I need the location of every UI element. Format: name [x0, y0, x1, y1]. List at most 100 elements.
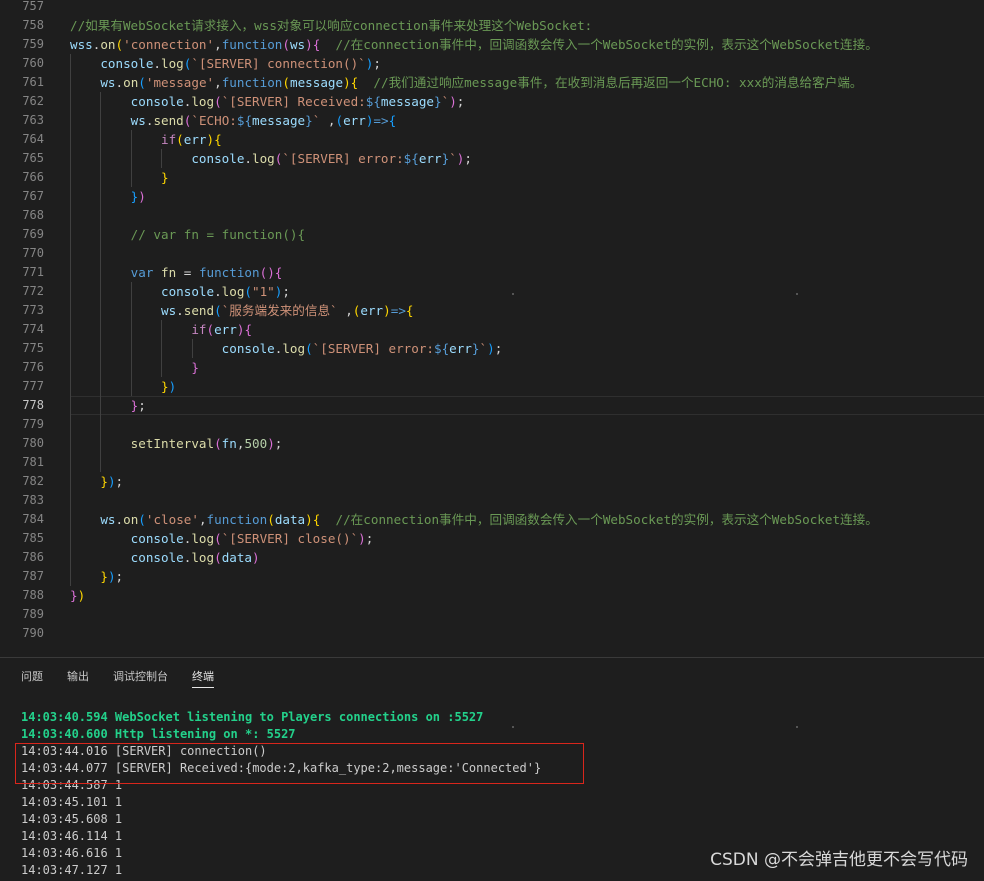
code-line[interactable]: 778 };: [0, 396, 984, 415]
code-text: console.log(`[SERVER] Received:${message…: [130, 94, 465, 109]
code-line[interactable]: 786 console.log(data): [0, 548, 984, 567]
line-number: 789: [22, 607, 44, 621]
code-line[interactable]: 785 console.log(`[SERVER] close()`);: [0, 529, 984, 548]
line-number: 784: [22, 512, 44, 526]
line-number: 782: [22, 474, 44, 488]
code-line[interactable]: 775 console.log(`[SERVER] error:${err}`)…: [0, 339, 984, 358]
line-number: 786: [22, 550, 44, 564]
line-number: 781: [22, 455, 44, 469]
line-number: 785: [22, 531, 44, 545]
terminal-line: 14:03:45.608 1: [21, 812, 123, 826]
line-number: 780: [22, 436, 44, 450]
code-line[interactable]: 772 console.log("1");: [0, 282, 984, 301]
indent-guide: [70, 54, 71, 586]
highlight-box: [15, 743, 584, 784]
code-text: if(err){: [161, 132, 222, 147]
code-line[interactable]: 757: [0, 0, 984, 16]
code-editor[interactable]: 757 758 //如果有WebSocket请求接入，wss对象可以响应connec…: [0, 0, 984, 657]
code-line[interactable]: 760 console.log(`[SERVER] connection()`)…: [0, 54, 984, 73]
code-text: });: [100, 569, 124, 584]
line-number: 783: [22, 493, 44, 507]
terminal-line: 14:03:45.101 1: [21, 795, 123, 809]
code-text: ws.send(`ECHO:${message}` ,(err)=>{: [130, 113, 397, 128]
code-line[interactable]: 776 }: [0, 358, 984, 377]
line-number: 772: [22, 284, 44, 298]
code-line[interactable]: 766 }: [0, 168, 984, 187]
line-number: 778: [22, 398, 44, 412]
line-number: 766: [22, 170, 44, 184]
code-line[interactable]: 762 console.log(`[SERVER] Received:${mes…: [0, 92, 984, 111]
artifact-dot: [796, 726, 798, 728]
code-text: console.log(`[SERVER] connection()`);: [100, 56, 381, 71]
code-text: setInterval(fn,500);: [130, 436, 283, 451]
indent-guide: [100, 92, 102, 472]
panel-tab[interactable]: 问题: [21, 668, 43, 684]
code-text: };: [130, 398, 146, 413]
code-line[interactable]: 780 setInterval(fn,500);: [0, 434, 984, 453]
code-text: console.log(data): [130, 550, 260, 565]
panel-tab[interactable]: 调试控制台: [113, 668, 168, 684]
terminal-line: 14:03:46.616 1: [21, 846, 123, 860]
code-line[interactable]: 768: [0, 206, 984, 225]
line-number: 777: [22, 379, 44, 393]
code-text: ws.on('message',function(message){ //我们通…: [100, 75, 863, 90]
watermark: CSDN @不会弹吉他更不会写代码: [710, 850, 968, 870]
line-number: 767: [22, 189, 44, 203]
code-line[interactable]: 759 wss.on('connection',function(ws){ //在…: [0, 35, 984, 54]
indent-guide: [191, 339, 193, 358]
line-number: 759: [22, 37, 44, 51]
code-line[interactable]: 790: [0, 624, 984, 643]
line-number: 760: [22, 56, 44, 70]
terminal-line: 14:03:46.114 1: [21, 829, 123, 843]
line-number: 787: [22, 569, 44, 583]
code-line[interactable]: 761 ws.on('message',function(message){ /…: [0, 73, 984, 92]
artifact-dot: [796, 293, 798, 295]
code-text: }): [130, 189, 146, 204]
line-number: 757: [22, 0, 44, 13]
code-line[interactable]: 782 });: [0, 472, 984, 491]
code-line[interactable]: 769 // var fn = function(){: [0, 225, 984, 244]
code-line[interactable]: 763 ws.send(`ECHO:${message}` ,(err)=>{: [0, 111, 984, 130]
code-line[interactable]: 774 if(err){: [0, 320, 984, 339]
panel-tab[interactable]: 终端: [192, 668, 214, 688]
code-line[interactable]: 773 ws.send(`服务端发来的信息` ,(err)=>{: [0, 301, 984, 320]
code-line[interactable]: 764 if(err){: [0, 130, 984, 149]
terminal-line: 14:03:40.600 Http listening on *: 5527: [21, 727, 296, 741]
code-line[interactable]: 789: [0, 605, 984, 624]
code-line[interactable]: 784 ws.on('close',function(data){ //在con…: [0, 510, 984, 529]
indent-guide: [130, 130, 132, 187]
code-line[interactable]: 788}): [0, 586, 984, 605]
code-line[interactable]: 787 });: [0, 567, 984, 586]
code-text: wss.on('connection',function(ws){ //在con…: [70, 37, 878, 52]
code-text: ws.on('close',function(data){ //在connect…: [100, 512, 878, 527]
terminal-line: 14:03:40.594 WebSocket listening to Play…: [21, 710, 484, 724]
line-number: 765: [22, 151, 44, 165]
code-text: ws.send(`服务端发来的信息` ,(err)=>{: [161, 303, 414, 318]
code-line[interactable]: 765 console.log(`[SERVER] error:${err}`)…: [0, 149, 984, 168]
code-text: }: [161, 170, 169, 185]
line-number: 764: [22, 132, 44, 146]
line-number: 763: [22, 113, 44, 127]
code-line[interactable]: 783: [0, 491, 984, 510]
line-number: 768: [22, 208, 44, 222]
code-line[interactable]: 771 var fn = function(){: [0, 263, 984, 282]
code-line[interactable]: 779: [0, 415, 984, 434]
code-line[interactable]: 767 }): [0, 187, 984, 206]
code-line[interactable]: 781: [0, 453, 984, 472]
code-line[interactable]: 758 //如果有WebSocket请求接入，wss对象可以响应connectio…: [0, 16, 984, 35]
line-number: 779: [22, 417, 44, 431]
panel-tab[interactable]: 输出: [67, 668, 89, 684]
code-text: });: [100, 474, 124, 489]
code-line[interactable]: 777 }): [0, 377, 984, 396]
code-text: }: [191, 360, 199, 375]
line-number: 788: [22, 588, 44, 602]
line-number: 773: [22, 303, 44, 317]
line-number: 776: [22, 360, 44, 374]
code-line[interactable]: 770: [0, 244, 984, 263]
indent-guide: [161, 149, 163, 168]
indent-guide: [161, 320, 163, 377]
line-number: 758: [22, 18, 44, 32]
code-text: var fn = function(){: [130, 265, 283, 280]
line-number: 761: [22, 75, 44, 89]
code-text: }): [70, 588, 86, 603]
